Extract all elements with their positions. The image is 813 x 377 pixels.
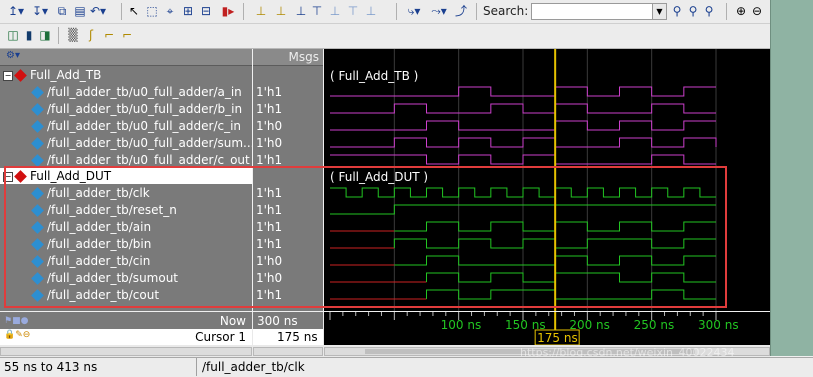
signal-value: 1'h1	[256, 102, 283, 116]
wave-compare-icon[interactable]: ⊟	[198, 3, 214, 19]
find-first-edge-icon[interactable]: ⊥	[252, 3, 270, 19]
edge-style-3-icon[interactable]: ⌐	[120, 27, 134, 43]
signal-trace	[330, 154, 716, 165]
values-header: Msgs	[253, 49, 323, 66]
timeline[interactable]: 100 ns 150 ns 200 ns 250 ns 300 ns 175 ns	[324, 312, 770, 345]
now-label: Now	[219, 314, 246, 328]
undo-icon[interactable]: ↶▾	[90, 3, 106, 19]
group-icon	[14, 69, 27, 82]
toolbar-separator	[58, 27, 59, 44]
signal-value: 1'h0	[256, 136, 283, 150]
group-name: Full_Add_TB	[30, 68, 102, 82]
signal-value: 1'h0	[256, 119, 283, 133]
timeline-ticks: 100 ns 150 ns 200 ns 250 ns 300 ns	[329, 312, 739, 332]
pointer-icon[interactable]: ↖	[126, 3, 142, 19]
save-icon[interactable]: ↧▾	[30, 3, 50, 19]
pane-menu-icon[interactable]: ⚙▾	[6, 50, 20, 61]
collapse-icon[interactable]: −	[3, 70, 13, 81]
edge-style-1-icon[interactable]: ʃ	[84, 27, 98, 43]
signal-name: /full_adder_tb/u0_full_adder/c_in	[47, 119, 242, 133]
signal-icon	[31, 86, 44, 99]
signal-icon	[31, 120, 44, 133]
now-value: 300 ns	[257, 314, 298, 328]
signal-row[interactable]: /full_adder_tb/u0_full_adder/sum...	[0, 135, 252, 151]
cursor1-label: Cursor 1	[195, 330, 246, 344]
toolbar-separator	[726, 3, 727, 20]
find-prev-edge-icon[interactable]: ⊥	[272, 3, 290, 19]
cursor-time-label: 175 ns	[537, 331, 578, 345]
signal-row[interactable]: /full_adder_tb/u0_full_adder/b_in	[0, 101, 252, 117]
wave-color-icon[interactable]: ◨	[38, 27, 52, 43]
signal-trace	[330, 137, 717, 148]
dotted-grid-icon[interactable]: ▒	[66, 27, 80, 43]
split-icon[interactable]: ⊞	[180, 3, 196, 19]
cursor-lock-icon[interactable]: 🔒✎⊖	[4, 330, 30, 340]
cursor-values: 300 ns 175 ns	[253, 312, 323, 345]
step-over-icon[interactable]: ⤳▾	[428, 3, 450, 19]
msgs-header: Msgs	[288, 50, 319, 64]
signal-icon	[31, 103, 44, 116]
copy-icon[interactable]: ⧉	[54, 3, 70, 19]
step-out-icon[interactable]: ⤴	[452, 3, 470, 19]
signal-value: 1'h1	[256, 85, 283, 99]
search-prev-icon[interactable]: ⚲	[686, 3, 700, 19]
step-into-icon[interactable]: ⤷▾	[403, 3, 425, 19]
values-scrollbar[interactable]	[253, 347, 323, 356]
search-options-icon[interactable]: ⚲	[702, 3, 716, 19]
signal-row[interactable]: /full_adder_tb/u0_full_adder/a_in	[0, 84, 252, 100]
edge-style-2-icon[interactable]: ⌐	[102, 27, 116, 43]
paste-icon[interactable]: ▤	[72, 3, 88, 19]
signal-icon	[31, 154, 44, 167]
zoom-box-icon[interactable]: ⬚	[144, 3, 160, 19]
side-panel	[770, 0, 813, 356]
search-input[interactable]	[531, 3, 655, 20]
zoom-in-icon[interactable]: ⊕	[734, 3, 748, 19]
zoom-out-icon[interactable]: ⊖	[750, 3, 764, 19]
status-range: 55 ns to 413 ns	[4, 360, 98, 374]
cursor1-value: 175 ns	[277, 330, 318, 344]
wave-fill-icon[interactable]: ▮	[22, 27, 36, 43]
cursor1-row[interactable]: 🔒✎⊖ Cursor 1	[0, 329, 252, 345]
toolbar-separator	[476, 3, 477, 20]
search-dropdown-icon[interactable]: ▼	[652, 3, 667, 20]
main-toolbar: ↥▾ ↧▾ ⧉ ▤ ↶▾ ↖ ⬚ ⌖ ⊞ ⊟ ▮▸ ⊥ ⊥ ⊥ ⊤ ⊥ ⊤ ⊥ …	[0, 0, 770, 24]
status-bar: 55 ns to 413 ns /full_adder_tb/clk	[0, 357, 813, 377]
signal-trace	[330, 103, 716, 114]
wave-toolbar: ◫ ▮ ◨ ▒ ʃ ⌐ ⌐	[0, 24, 770, 49]
group-wave-label: ( Full_Add_TB )	[330, 69, 418, 83]
signal-name: /full_adder_tb/u0_full_adder/sum...	[47, 136, 252, 150]
toolbar-separator	[396, 3, 397, 20]
timeline-tick-label: 300 ns	[698, 318, 739, 332]
timeline-tick-label: 100 ns	[441, 318, 482, 332]
names-header: ⚙▾	[0, 49, 252, 66]
find-edge-any-icon[interactable]: ⊥	[362, 3, 380, 19]
signal-icon	[31, 137, 44, 150]
status-divider	[196, 358, 197, 376]
insert-cursor-icon[interactable]: ⌖	[162, 3, 178, 19]
search-label: Search:	[483, 4, 529, 18]
timeline-tick-label: 250 ns	[634, 318, 675, 332]
cursor-names: ⚑■● Now 🔒✎⊖ Cursor 1	[0, 312, 252, 345]
find-falling-edge-icon[interactable]: ⊤	[308, 3, 326, 19]
break-icon[interactable]: ▮▸	[220, 3, 236, 19]
signal-name: /full_adder_tb/u0_full_adder/a_in	[47, 85, 242, 99]
open-icon[interactable]: ↥▾	[6, 3, 26, 19]
toolbar-separator	[121, 3, 122, 20]
highlight-box	[4, 166, 727, 308]
names-scrollbar[interactable]	[0, 347, 252, 356]
search-next-icon[interactable]: ⚲	[670, 3, 684, 19]
find-last-edge-icon[interactable]: ⊤	[344, 3, 362, 19]
find-next-edge-icon[interactable]: ⊥	[326, 3, 344, 19]
toolbar-separator	[243, 3, 244, 20]
timeline-canvas: 100 ns 150 ns 200 ns 250 ns 300 ns 175 ns	[329, 312, 739, 345]
signal-name: /full_adder_tb/u0_full_adder/c_out	[47, 153, 250, 167]
cursor1-value-box: 175 ns	[253, 329, 323, 345]
group-row[interactable]: − Full_Add_TB	[0, 67, 252, 83]
now-icons[interactable]: ⚑■●	[4, 316, 28, 326]
wave-format-icon[interactable]: ◫	[6, 27, 20, 43]
signal-name: /full_adder_tb/u0_full_adder/b_in	[47, 102, 243, 116]
signal-row[interactable]: /full_adder_tb/u0_full_adder/c_in	[0, 118, 252, 134]
status-selected-signal: /full_adder_tb/clk	[202, 360, 305, 374]
